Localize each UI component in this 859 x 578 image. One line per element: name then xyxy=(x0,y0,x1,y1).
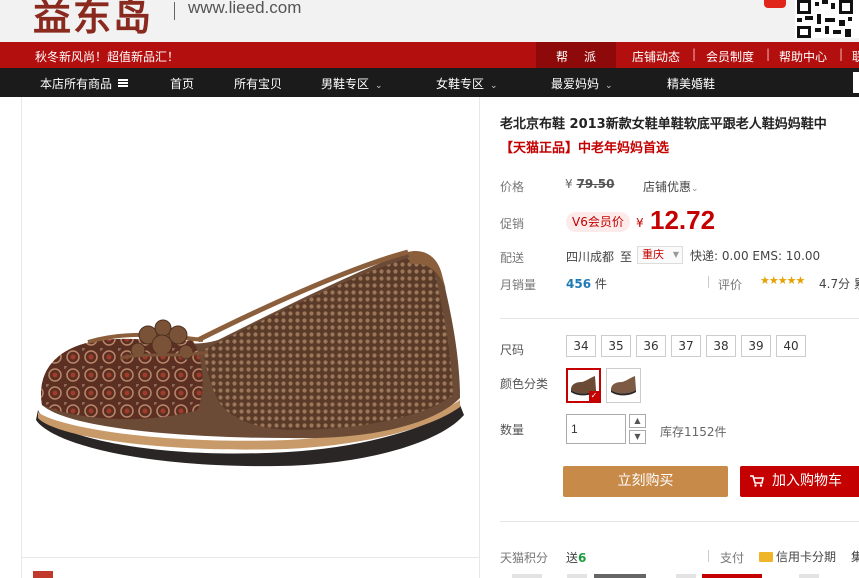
quantity-label: 数量 xyxy=(500,423,525,437)
nav-all-items[interactable]: 所有宝贝 xyxy=(234,75,282,92)
nav-moms-favorite[interactable]: 最爱妈妈 ⌄ xyxy=(551,75,613,92)
quantity-input[interactable] xyxy=(566,414,626,444)
membership-link[interactable]: 会员制度 xyxy=(706,48,754,65)
nav-womens-shoes[interactable]: 女鞋专区 ⌄ xyxy=(436,75,498,92)
promo-label: 促销 xyxy=(500,217,525,231)
size-option-35[interactable]: 35 xyxy=(601,335,631,357)
member-price-tag: V6会员价 xyxy=(566,212,630,232)
stock-count: 库存1152件 xyxy=(660,425,727,439)
bang-link[interactable]: 帮 xyxy=(556,48,568,65)
nav-edge xyxy=(853,72,859,93)
nav-mens-shoes[interactable]: 男鞋专区 ⌄ xyxy=(321,75,383,92)
size-option-38[interactable]: 38 xyxy=(706,335,736,357)
shop-news-link[interactable]: 店铺动态 xyxy=(632,48,680,65)
divider xyxy=(500,521,859,522)
pai-link[interactable]: 派 xyxy=(584,48,596,65)
promo-text: 秋冬新风尚！超值新品汇！ xyxy=(35,50,180,64)
currency-symbol: ¥ xyxy=(636,216,644,230)
chevron-down-icon: ⌄ xyxy=(490,81,498,91)
ship-to-word: 至 xyxy=(620,250,633,264)
product-subtitle: 【天猫正品】中老年妈妈首选 xyxy=(500,141,670,156)
tmall-points: 送6 xyxy=(566,551,587,565)
size-option-37[interactable]: 37 xyxy=(671,335,701,357)
site-url[interactable]: www.lieed.com xyxy=(188,0,301,18)
rating-stars-icon: ★★★★★ xyxy=(760,274,805,287)
chevron-down-icon: ⌄ xyxy=(375,81,383,91)
original-price: ¥ 79.50 xyxy=(565,177,615,191)
current-price: 12.72 xyxy=(650,205,716,235)
qr-code-icon xyxy=(795,0,859,38)
divider xyxy=(500,318,859,319)
nav-wedding-shoes[interactable]: 精美婚鞋 xyxy=(667,75,715,92)
color-option-2[interactable] xyxy=(606,368,641,403)
review-label[interactable]: 评价 xyxy=(718,276,742,293)
rating-value[interactable]: 4.7分 累 xyxy=(819,275,859,292)
size-label: 尺码 xyxy=(500,343,525,357)
shop-discount-dropdown[interactable]: 店铺优惠⌄ xyxy=(643,178,699,195)
buy-now-button[interactable]: 立刻购买 xyxy=(563,466,728,497)
size-option-34[interactable]: 34 xyxy=(566,335,596,357)
shop-logo[interactable]: 益东岛 xyxy=(33,0,153,41)
chevron-down-icon: ⌄ xyxy=(691,184,699,194)
price-label: 价格 xyxy=(500,180,525,194)
monthly-sales-label: 月销量 xyxy=(500,278,537,292)
list-icon xyxy=(118,79,129,87)
product-title: 老北京布鞋 2013新款女鞋单鞋软底平跟老人鞋妈妈鞋中 xyxy=(500,117,827,132)
promo-bar-highlight xyxy=(536,42,616,68)
destination-select[interactable]: 重庆 ▼ xyxy=(637,246,683,264)
size-option-39[interactable]: 39 xyxy=(741,335,771,357)
payment-extra: 集 xyxy=(851,550,859,564)
promo-bar: 秋冬新风尚！超值新品汇！ 帮 派 店铺动态 | 会员制度 | 帮助中心 | 联 xyxy=(0,42,859,68)
size-option-40[interactable]: 40 xyxy=(776,335,806,357)
selected-check-icon: ✓ xyxy=(589,391,599,401)
tmall-points-label: 天猫积分 xyxy=(500,551,549,565)
shop-nav: 本店所有商品 首页 所有宝贝 男鞋专区 ⌄ 女鞋专区 ⌄ 最爱妈妈 ⌄ 精美婚鞋 xyxy=(0,68,859,97)
chevron-down-icon: ⌄ xyxy=(605,81,613,91)
thumbnail-icon[interactable] xyxy=(33,571,53,578)
credit-card-icon xyxy=(759,552,773,562)
shoe-thumbnail-icon xyxy=(611,376,636,396)
size-option-36[interactable]: 36 xyxy=(636,335,666,357)
quantity-increase-button[interactable]: ▲ xyxy=(629,414,646,428)
payment-label: 支付 xyxy=(720,551,745,565)
product-image[interactable] xyxy=(28,240,468,470)
credit-installment-link[interactable]: 信用卡分期 xyxy=(759,548,836,565)
shipping-cost: 快递: 0.00 EMS: 10.00 xyxy=(690,249,821,263)
nav-home[interactable]: 首页 xyxy=(170,75,194,92)
monthly-sales: 456 件 xyxy=(566,277,607,291)
corner-badge-icon xyxy=(764,0,786,8)
ship-from: 四川成都 xyxy=(566,250,615,264)
dropdown-arrow-icon: ▼ xyxy=(672,250,679,259)
quantity-decrease-button[interactable]: ▼ xyxy=(629,430,646,444)
help-center-link[interactable]: 帮助中心 xyxy=(779,48,827,65)
color-option-brown[interactable]: ✓ xyxy=(566,368,601,403)
logo-divider xyxy=(174,2,175,20)
top-header: 益东岛 www.lieed.com xyxy=(0,0,859,42)
add-to-cart-button[interactable]: 加入购物车 xyxy=(740,466,859,497)
cart-icon xyxy=(750,475,764,487)
nav-all-products[interactable]: 本店所有商品 xyxy=(40,75,129,92)
shipping-label: 配送 xyxy=(500,251,525,265)
color-label: 颜色分类 xyxy=(500,377,549,391)
contact-link[interactable]: 联 xyxy=(852,48,859,65)
